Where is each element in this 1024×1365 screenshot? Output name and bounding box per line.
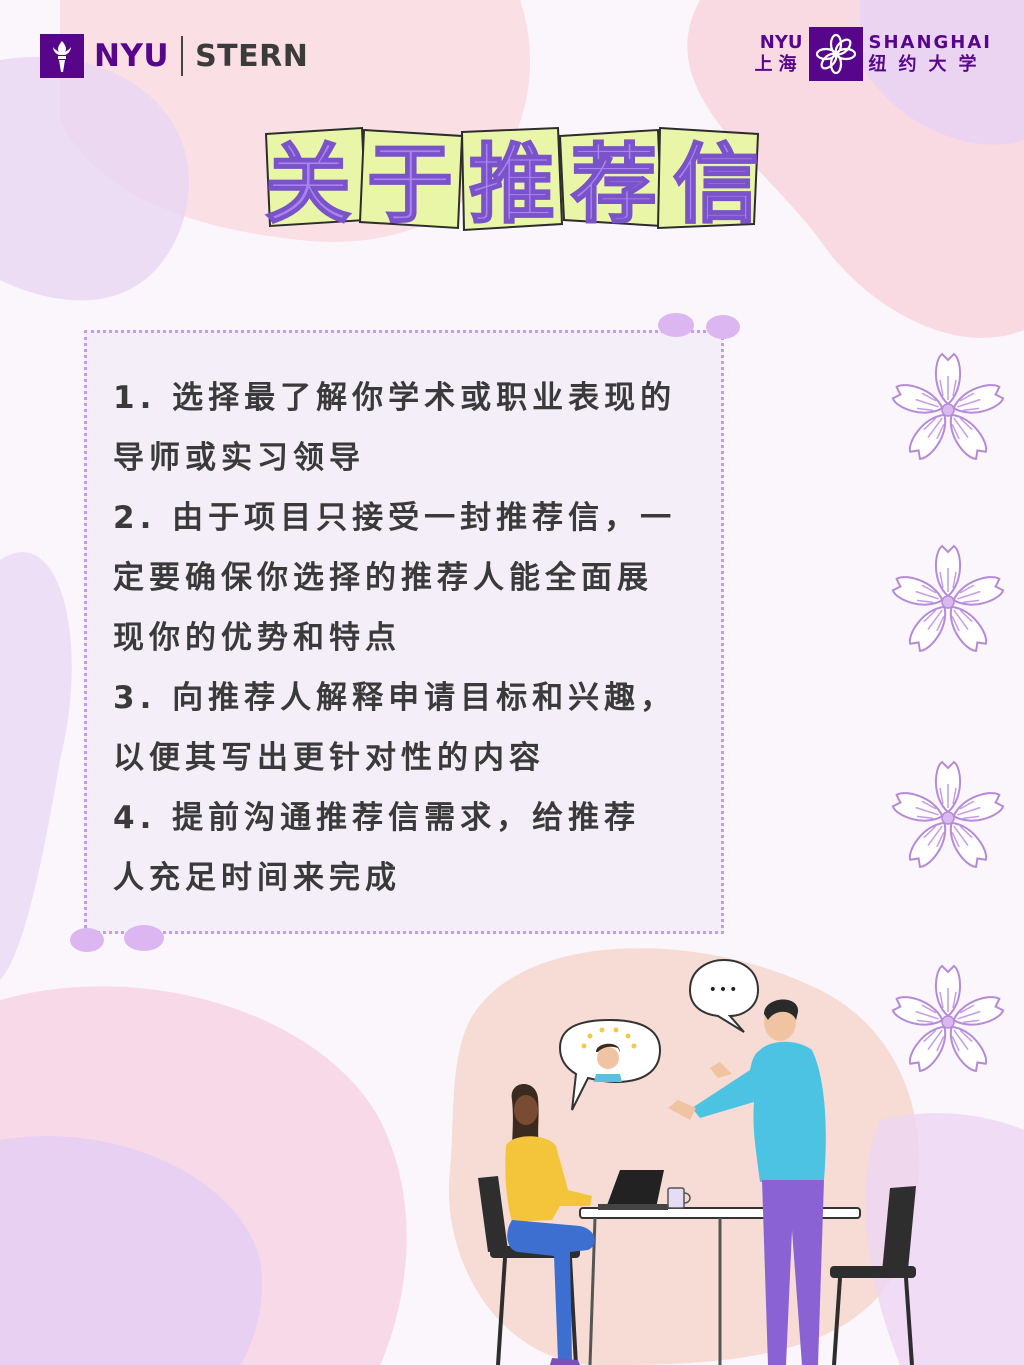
logo-name-cn: 纽约大学 [868, 54, 989, 75]
meeting-illustration: ••• [478, 958, 916, 1365]
cherry-blossom-icon [890, 353, 1006, 464]
decor-dot [658, 313, 694, 337]
tip-line: 以便其写出更针对性的内容 [113, 740, 545, 776]
woman-seated [505, 1083, 595, 1365]
laptop [598, 1170, 668, 1210]
title-char: 信 [672, 134, 761, 236]
logo-nyu-text: NYU [94, 38, 170, 74]
speech-dots: ••• [709, 982, 740, 998]
nyu-shanghai-emblem-icon [808, 27, 863, 81]
tip-line: 现你的优势和特点 [113, 620, 401, 656]
title-char: 关 [264, 134, 353, 236]
tip-line: 4. 提前沟通推荐信需求，给推荐 [113, 800, 641, 836]
tip-line: 3. 向推荐人解释申请目标和兴趣， [113, 680, 677, 716]
logo-left-block: NYU 上海 [755, 32, 803, 76]
mug [667, 1187, 691, 1209]
recommendation-tips: 1. 选择最了解你学术或职业表现的 导师或实习领导 2. 由于项目只接受一封推荐… [113, 368, 713, 908]
tip-line: 1. 选择最了解你学术或职业表现的 [113, 380, 677, 416]
tip-line: 2. 由于项目只接受一封推荐信，一 [113, 500, 677, 536]
decor-dot [124, 925, 164, 951]
cherry-blossom-icon [890, 545, 1006, 656]
nyu-stern-logo: NYU STERN [40, 34, 308, 78]
decor-dot [70, 928, 104, 952]
logo-right-block: SHANGHAI 纽约大学 [869, 32, 993, 76]
logo-divider [181, 36, 184, 76]
title-char: 荐 [570, 134, 659, 236]
tip-line: 导师或实习领导 [113, 440, 365, 476]
speech-bubble-dots: ••• [688, 958, 760, 1033]
logo-stern-text: STERN [195, 38, 309, 74]
thought-bubble-candidate [558, 1018, 662, 1111]
logo-nyu-text: NYU [759, 32, 803, 53]
title-char: 推 [468, 134, 557, 236]
decor-dot [706, 315, 740, 339]
man-standing [668, 999, 826, 1365]
cherry-blossom-icon [890, 761, 1006, 872]
logo-shanghai-text: SHANGHAI [868, 32, 992, 53]
title-text: 关 于 推 荐 信 [258, 120, 768, 236]
logo-city-cn: 上海 [754, 54, 803, 75]
page-title: 关 于 推 荐 信 [258, 120, 768, 236]
tip-line: 定要确保你选择的推荐人能全面展 [113, 560, 653, 596]
title-char: 于 [366, 134, 455, 236]
nyu-shanghai-logo: NYU 上海 SHANGHAI 纽约大学 [755, 26, 993, 82]
tip-line: 人充足时间来完成 [113, 860, 401, 896]
nyu-torch-icon [40, 34, 84, 78]
